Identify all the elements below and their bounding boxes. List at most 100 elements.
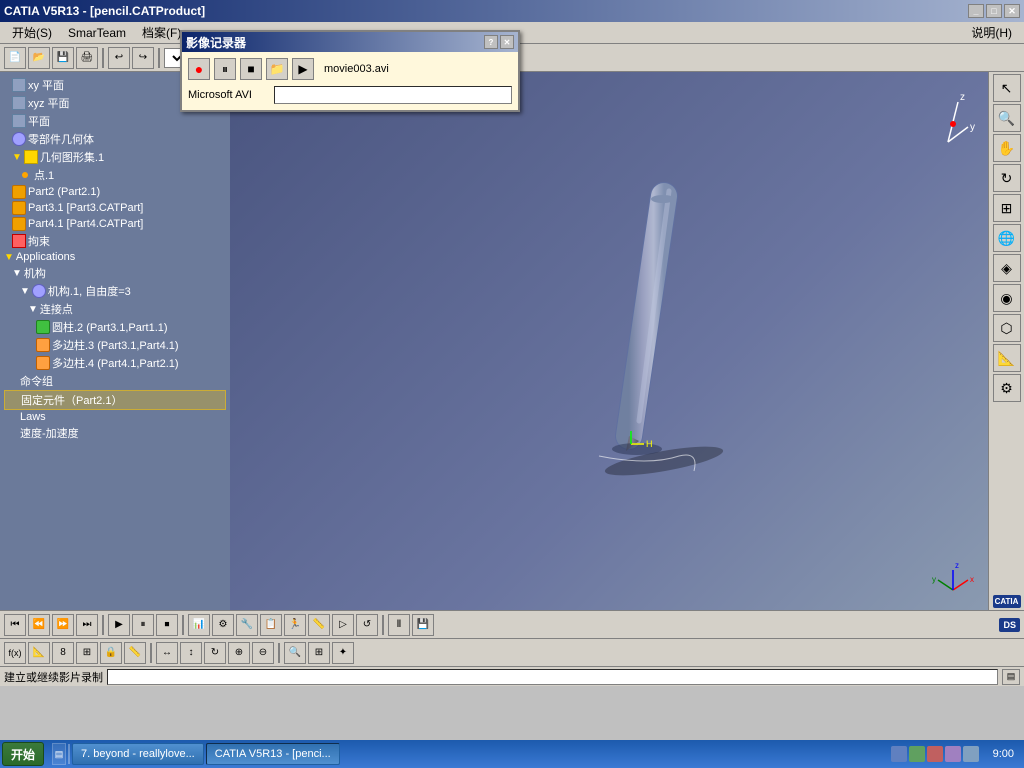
- tree-item-applications[interactable]: ▼ Applications: [4, 250, 226, 264]
- fit-btn[interactable]: ⊞: [993, 194, 1021, 222]
- sep-b1: [102, 615, 104, 635]
- taskbar-item-catia[interactable]: CATIA V5R13 - [penci...: [206, 743, 340, 765]
- simulate-btn[interactable]: ▷: [332, 614, 354, 636]
- scale-btn[interactable]: ⊖: [252, 642, 274, 664]
- tree-item-part4[interactable]: Part4.1 [Part4.CATPart]: [4, 216, 226, 232]
- ruler-btn[interactable]: 📏: [124, 642, 146, 664]
- prev-btn[interactable]: ⏪: [28, 614, 50, 636]
- undo-btn[interactable]: ↩: [108, 47, 130, 69]
- taskbar-show-desktop[interactable]: ▤: [52, 743, 66, 765]
- law-btn[interactable]: 📏: [308, 614, 330, 636]
- dialog-format-input[interactable]: [274, 86, 512, 104]
- redo-btn[interactable]: ↪: [132, 47, 154, 69]
- tree-item-plane[interactable]: 平面: [4, 112, 226, 130]
- sym-btn[interactable]: ⊕: [228, 642, 250, 664]
- lock-btn[interactable]: 🔒: [100, 642, 122, 664]
- viewport[interactable]: z y: [230, 72, 988, 610]
- play-dialog-btn[interactable]: ▶: [292, 58, 314, 80]
- zoom-btn[interactable]: 🔍: [993, 104, 1021, 132]
- close-button[interactable]: ✕: [1004, 4, 1020, 18]
- tree-item-constraint[interactable]: 拘束: [4, 232, 226, 250]
- cylinder-icon: [36, 320, 50, 334]
- save-btn[interactable]: 💾: [52, 47, 74, 69]
- status-text: 建立或继续影片录制: [4, 669, 103, 685]
- command-btn[interactable]: 📋: [260, 614, 282, 636]
- last-frame-btn[interactable]: ⏭: [76, 614, 98, 636]
- play-btn-b[interactable]: ▶: [108, 614, 130, 636]
- view3d-btn[interactable]: 🌐: [993, 224, 1021, 252]
- align-btn[interactable]: ↕: [180, 642, 202, 664]
- export-btn[interactable]: 💾: [412, 614, 434, 636]
- maximize-button[interactable]: □: [986, 4, 1002, 18]
- tree-item-joints[interactable]: ▼ 连接点: [4, 300, 226, 318]
- dialog-close-btn[interactable]: ✕: [500, 35, 514, 49]
- dialog-format-row: Microsoft AVI: [188, 86, 512, 104]
- wire-btn[interactable]: ⬡: [993, 314, 1021, 342]
- rotate2-btn[interactable]: ↻: [204, 642, 226, 664]
- tree-item-part2[interactable]: Part2 (Part2.1): [4, 184, 226, 200]
- zoomin-btn[interactable]: 🔍: [284, 642, 306, 664]
- folder-dialog-btn[interactable]: 📁: [266, 58, 288, 80]
- menu-help[interactable]: 说明(H): [963, 22, 1020, 43]
- fit2-btn[interactable]: ⊞: [308, 642, 330, 664]
- formula-btn[interactable]: f(x): [4, 642, 26, 664]
- print-btn[interactable]: 🖨: [76, 47, 98, 69]
- status-input[interactable]: [107, 669, 998, 685]
- settings-btn[interactable]: ⚙: [993, 374, 1021, 402]
- shade-btn[interactable]: ◉: [993, 284, 1021, 312]
- mech-btn[interactable]: ⚙: [212, 614, 234, 636]
- tree-item-cylinder2[interactable]: 圆柱.2 (Part3.1,Part1.1): [4, 318, 226, 336]
- replay-btn[interactable]: ↺: [356, 614, 378, 636]
- dialog-help-btn[interactable]: ?: [484, 35, 498, 49]
- tree-item-part3[interactable]: Part3.1 [Part3.CATPart]: [4, 200, 226, 216]
- tree-item-mechanism1[interactable]: ▼ 机构.1, 自由度=3: [4, 282, 226, 300]
- clock: 9:00: [985, 748, 1022, 760]
- joint-btn[interactable]: 🔧: [236, 614, 258, 636]
- tree-item-fixed[interactable]: 固定元件（Part2.1）: [4, 390, 226, 410]
- grid-btn[interactable]: ⊞: [76, 642, 98, 664]
- dialog-body: ● ⏸ ■ 📁 ▶ movie003.avi Microsoft AVI: [182, 52, 518, 110]
- minimize-button[interactable]: _: [968, 4, 984, 18]
- new-btn[interactable]: 📄: [4, 47, 26, 69]
- select-btn[interactable]: ↖: [993, 74, 1021, 102]
- title-bar: CATIA V5R13 - [pencil.CATProduct] _ □ ✕: [0, 0, 1024, 22]
- tree-item-commands[interactable]: 命令组: [4, 372, 226, 390]
- render-btn[interactable]: ◈: [993, 254, 1021, 282]
- menu-start[interactable]: 开始(S): [4, 22, 60, 43]
- taskbar-item-music[interactable]: 7. beyond - reallylove...: [72, 743, 204, 765]
- status-expand-btn[interactable]: ▤: [1002, 669, 1020, 685]
- start-button[interactable]: 开始: [2, 742, 44, 766]
- record-btn[interactable]: ●: [188, 58, 210, 80]
- num-btn[interactable]: 8: [52, 642, 74, 664]
- pause-dialog-btn[interactable]: ⏸: [214, 58, 236, 80]
- graph-btn[interactable]: 📐: [28, 642, 50, 664]
- section-btn[interactable]: ✦: [332, 642, 354, 664]
- first-frame-btn[interactable]: ⏮: [4, 614, 26, 636]
- measure-right-btn[interactable]: 📐: [993, 344, 1021, 372]
- tree-item-geo-set[interactable]: ▼ 几何图形集.1: [4, 148, 226, 166]
- tree-item-laws[interactable]: Laws: [4, 410, 226, 424]
- move-btn[interactable]: ↔: [156, 642, 178, 664]
- tree-item-polygon3[interactable]: 多边柱.3 (Part3.1,Part4.1): [4, 336, 226, 354]
- sep-b3: [382, 615, 384, 635]
- tree-item-polygon4[interactable]: 多边柱.4 (Part4.1,Part2.1): [4, 354, 226, 372]
- analysis-btn[interactable]: 📊: [188, 614, 210, 636]
- next-btn[interactable]: ⏩: [52, 614, 74, 636]
- tree-item-point[interactable]: 点.1: [4, 166, 226, 184]
- dm-btn[interactable]: Ⅱ: [388, 614, 410, 636]
- pan-btn[interactable]: ✋: [993, 134, 1021, 162]
- open-btn[interactable]: 📂: [28, 47, 50, 69]
- part-icon: [12, 185, 26, 199]
- svg-text:z: z: [960, 92, 965, 103]
- dialog-overlay: 影像记录器 ? ✕ ● ⏸ ■ 📁 ▶ movie003.avi Microso…: [180, 30, 520, 112]
- speed-btn[interactable]: 🏃: [284, 614, 306, 636]
- tray-icon-2: [909, 746, 925, 762]
- pause-btn-b[interactable]: ⏸: [132, 614, 154, 636]
- stop-btn-b[interactable]: ⏹: [156, 614, 178, 636]
- menu-smarteam[interactable]: SmarTeam: [60, 24, 134, 42]
- stop-dialog-btn[interactable]: ■: [240, 58, 262, 80]
- tree-item-mechanism[interactable]: ▼ 机构: [4, 264, 226, 282]
- tree-item-speed[interactable]: 速度-加速度: [4, 424, 226, 442]
- rotate-btn[interactable]: ↻: [993, 164, 1021, 192]
- tree-item-geometry[interactable]: 零部件几何体: [4, 130, 226, 148]
